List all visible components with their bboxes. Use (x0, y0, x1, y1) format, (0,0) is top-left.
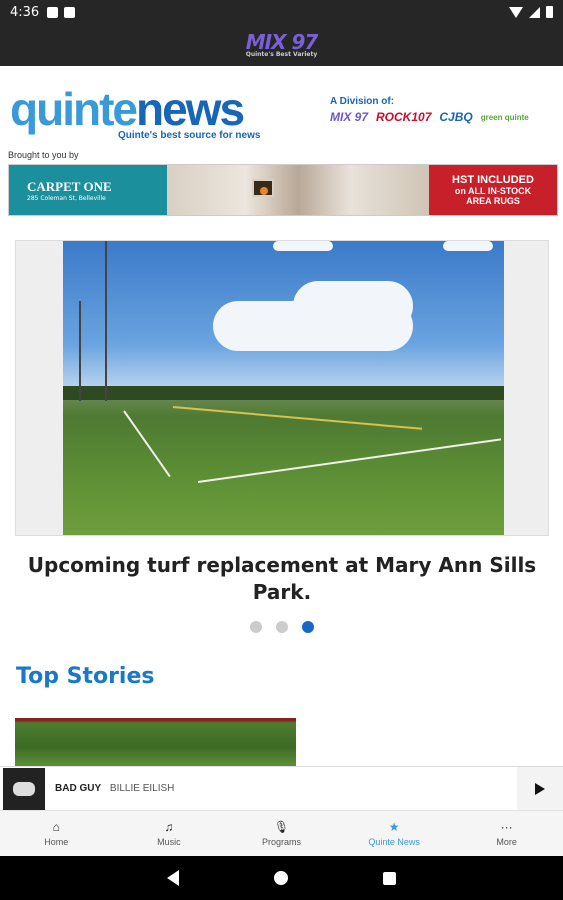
logo-part-1: quinte (10, 83, 138, 135)
notification-icon (64, 6, 76, 18)
system-navigation-bar (0, 856, 563, 900)
sponsor-banner-ad[interactable]: CARPET ONE 285 Coleman St, Belleville HS… (8, 164, 558, 216)
news-carousel[interactable] (15, 240, 549, 536)
station-logo-green-quinte: green quinte (480, 112, 529, 122)
mix97-logo-sub: Quinte's Best Variety (245, 50, 318, 58)
light-pole (105, 241, 107, 401)
app-screen: 4:36 MIX 97 Quinte's Best Variety quinte… (0, 0, 563, 900)
carousel-caption[interactable]: Upcoming turf replacement at Mary Ann Si… (15, 552, 549, 606)
home-circle-icon[interactable] (274, 871, 288, 885)
station-logo-mix97: MIX 97 (330, 110, 369, 124)
bottom-navigation: ⌂ Home ♫ Music 🎙 Programs ★ Quinte News ··· More (0, 810, 563, 856)
nav-item-label: Home (44, 837, 69, 847)
story-thumbnail[interactable] (15, 718, 296, 766)
album-art (3, 767, 45, 810)
ad-promo-panel: HST INCLUDED on ALL IN-STOCK AREA RUGS (429, 165, 557, 215)
ad-headline-3: AREA RUGS (466, 196, 520, 206)
track-info: BAD GUY BILLIE EILISH (55, 783, 174, 794)
back-icon[interactable] (167, 870, 179, 886)
nav-item-more[interactable]: ··· More (450, 811, 563, 856)
mix97-logo-text: MIX 97 (245, 29, 319, 54)
star-icon: ★ (388, 820, 400, 834)
ad-address: 285 Coleman St, Belleville (27, 194, 106, 202)
scroll-content[interactable]: quintenews Quinte's best source for news… (0, 66, 563, 766)
ad-headline-1: HST INCLUDED (452, 174, 534, 186)
masthead-tagline: Quinte's best source for news (118, 130, 261, 141)
quintenews-logo[interactable]: quintenews (10, 83, 245, 135)
nav-item-label: More (496, 837, 517, 847)
carousel-dot[interactable] (275, 621, 288, 633)
nav-item-music[interactable]: ♫ Music (113, 811, 226, 856)
division-label: A Division of: (330, 96, 395, 107)
play-button[interactable] (517, 766, 563, 811)
status-bar: 4:36 (0, 0, 563, 24)
carousel-photo[interactable] (63, 241, 504, 535)
nav-item-programs[interactable]: 🎙 Programs (225, 811, 338, 856)
carousel-dot[interactable] (301, 621, 314, 633)
ad-room-image (167, 165, 429, 215)
station-logo-cjbq: CJBQ (439, 110, 473, 124)
app-header: MIX 97 Quinte's Best Variety (0, 24, 563, 66)
nav-item-label: Programs (261, 837, 301, 847)
album-art-image (13, 781, 35, 796)
nav-item-label: Quinte News (368, 837, 420, 847)
carousel-dot[interactable] (249, 621, 262, 633)
field-line (172, 406, 423, 430)
field-line (197, 438, 502, 483)
music-icon: ♫ (164, 820, 174, 834)
mic-icon: 🎙 (273, 820, 290, 834)
battery-icon (546, 6, 553, 18)
home-icon: ⌂ (52, 820, 60, 834)
fireplace-image (252, 179, 274, 197)
top-stories-heading: Top Stories (16, 664, 155, 689)
cloud (273, 241, 333, 251)
field-line (123, 410, 171, 478)
nav-item-home[interactable]: ⌂ Home (0, 811, 113, 856)
light-pole (79, 301, 81, 401)
quintenews-masthead: quintenews Quinte's best source for news… (0, 66, 563, 216)
sponsor-label: Brought to you by (8, 150, 79, 160)
play-icon (535, 782, 545, 795)
more-icon: ··· (500, 820, 513, 834)
cloud (443, 241, 493, 251)
wifi-icon (509, 6, 523, 18)
ad-headline-2: on ALL IN-STOCK (454, 186, 532, 196)
notification-icon (47, 6, 59, 18)
status-time: 4:36 (10, 4, 40, 20)
status-icons (509, 6, 553, 18)
logo-part-2: news (135, 83, 245, 135)
carousel-pager (0, 621, 563, 633)
station-logo-rock107: ROCK107 (376, 110, 432, 124)
cloud (293, 281, 413, 331)
ad-carpet-one-panel: CARPET ONE 285 Coleman St, Belleville (9, 165, 167, 215)
recents-icon[interactable] (383, 871, 396, 885)
ad-brand: CARPET ONE (27, 178, 112, 194)
tree-line (63, 386, 504, 400)
nav-item-label: Music (157, 837, 181, 847)
signal-icon (529, 6, 540, 18)
track-title: BAD GUY (55, 783, 102, 794)
station-logos: MIX 97 ROCK107 CJBQ green quinte (330, 110, 529, 124)
nav-item-quinte-news[interactable]: ★ Quinte News (338, 811, 451, 856)
now-playing-bar[interactable]: BAD GUY BILLIE EILISH (0, 766, 563, 811)
track-artist: BILLIE EILISH (109, 783, 175, 794)
mix97-logo[interactable]: MIX 97 Quinte's Best Variety (245, 29, 319, 58)
